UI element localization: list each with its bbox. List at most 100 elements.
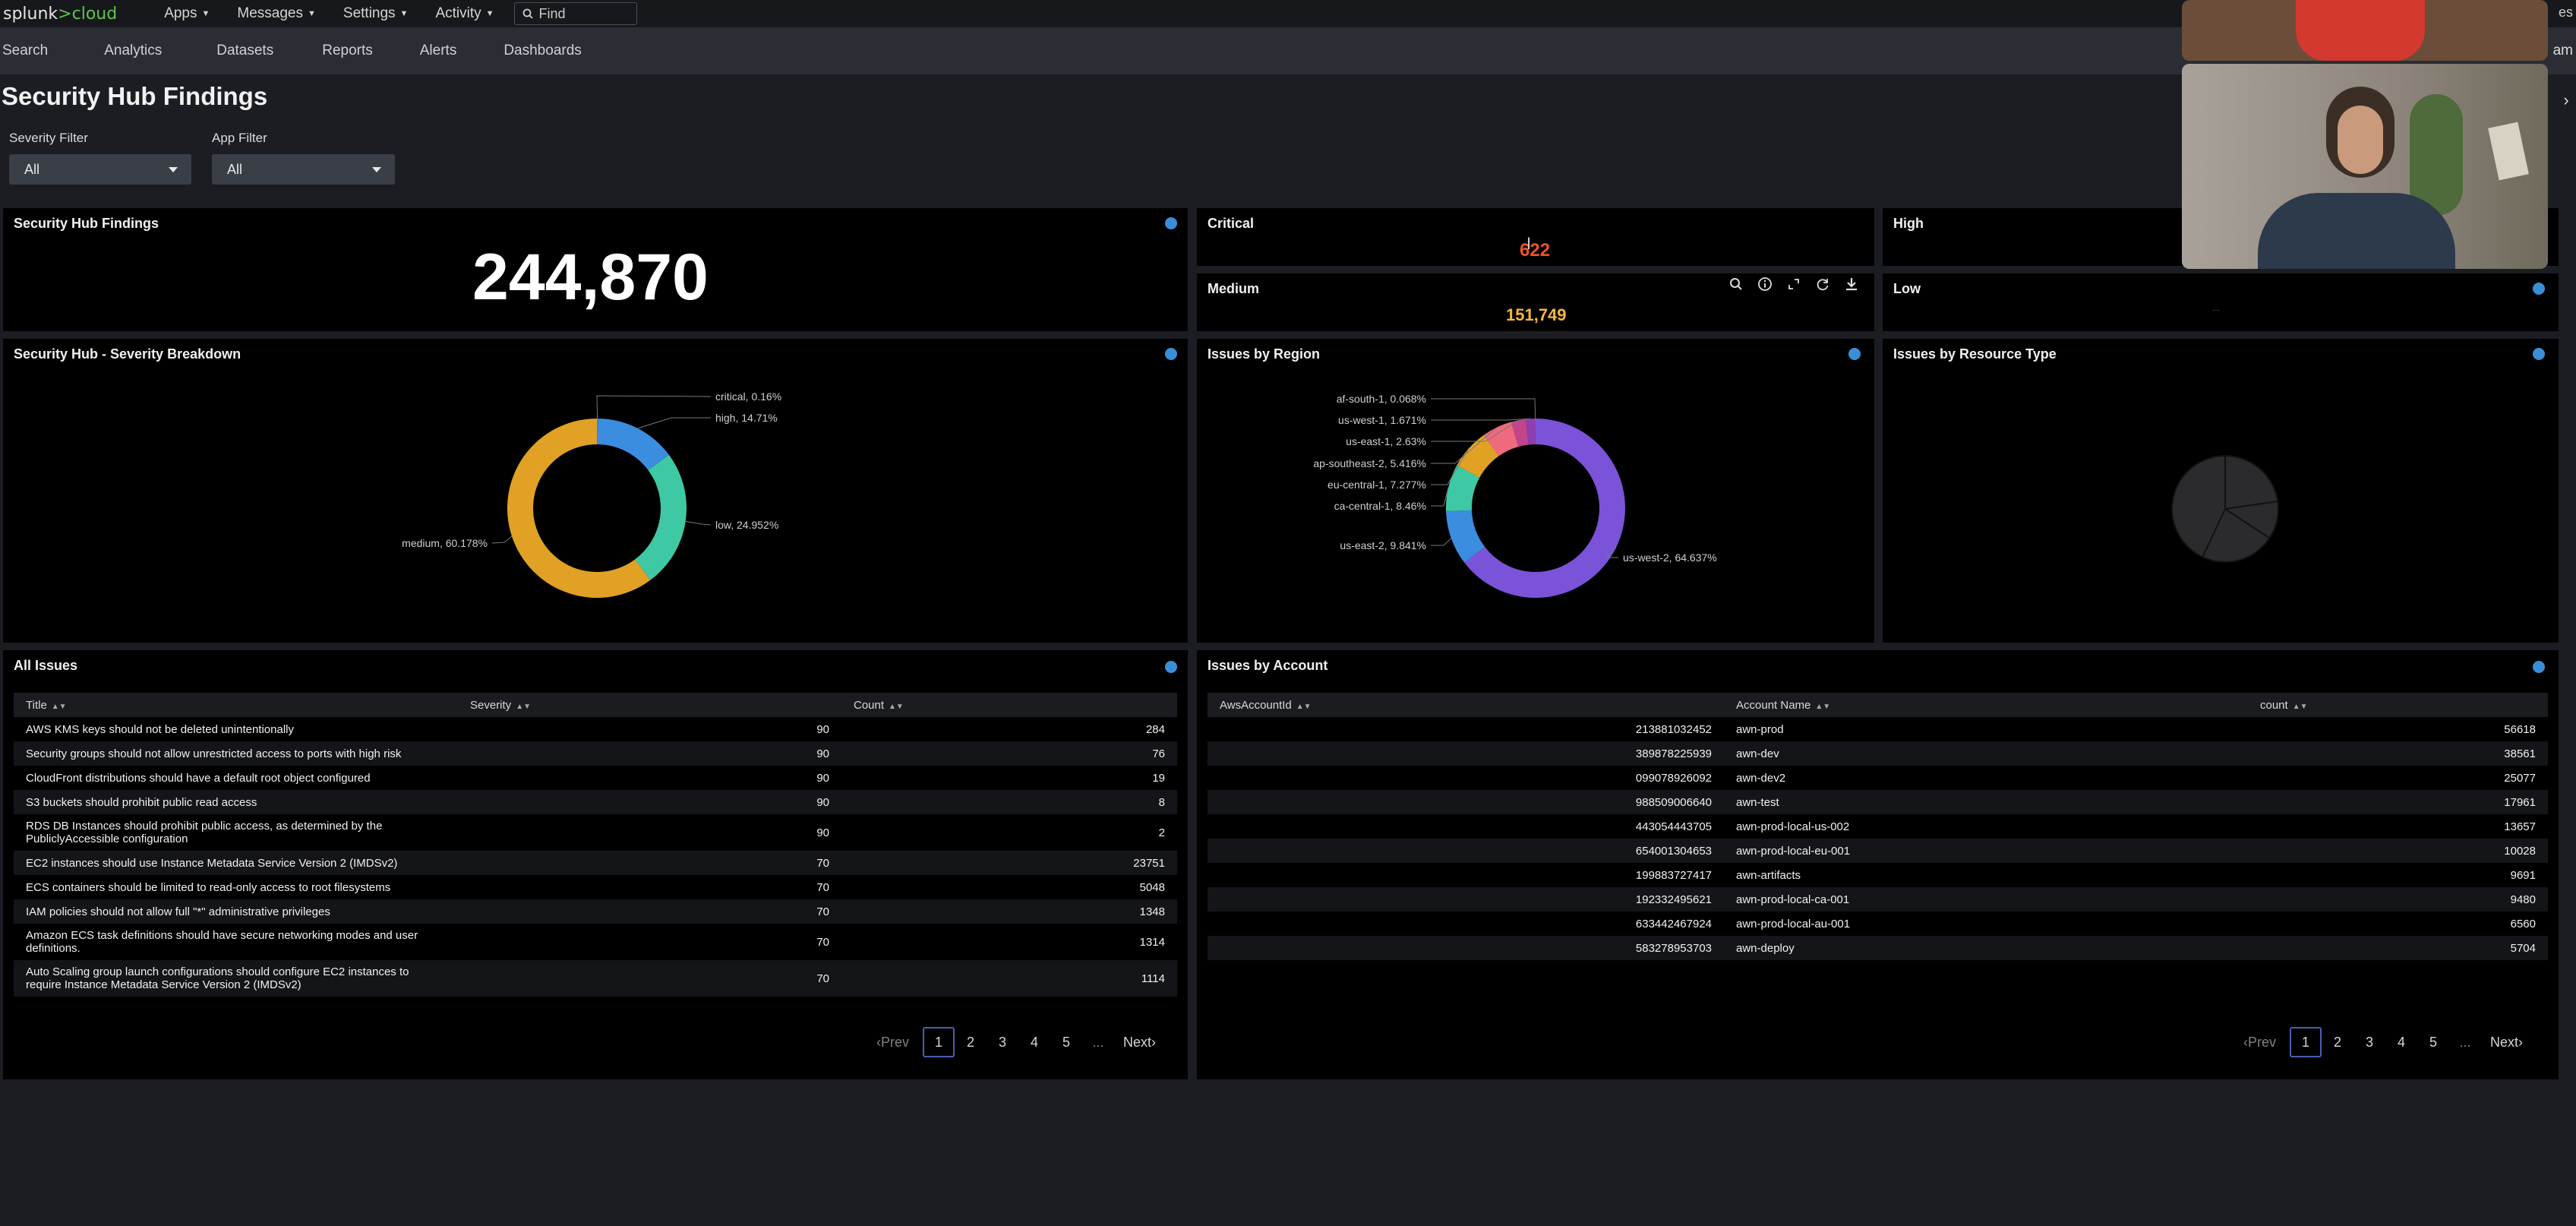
table-row[interactable]: CloudFront distributions should have a d…	[14, 766, 1177, 790]
page-button[interactable]: 1	[2290, 1027, 2322, 1057]
expand-icon[interactable]	[1783, 273, 1804, 295]
page-button[interactable]: 2	[955, 1027, 987, 1057]
page-button[interactable]: 1	[923, 1027, 955, 1057]
column-header-account-id[interactable]: AwsAccountId ▲▼	[1208, 693, 1724, 717]
column-header-severity[interactable]: Severity ▲▼	[458, 693, 841, 717]
panel-status-dot	[2533, 348, 2545, 360]
issue-title-cell: Amazon ECS task definitions should have …	[26, 929, 418, 955]
table-row[interactable]: IAM policies should not allow full "*" a…	[14, 899, 1177, 924]
issue-title-cell: IAM policies should not allow full "*" a…	[14, 899, 458, 924]
pager-ellipsis: ...	[2459, 1034, 2471, 1050]
account-count-cell: 38561	[2248, 741, 2548, 766]
caret-down-icon	[372, 167, 381, 172]
page-button[interactable]: 2	[2322, 1027, 2353, 1057]
table-row[interactable]: Amazon ECS task definitions should have …	[14, 924, 1177, 960]
sort-icon: ▲▼	[51, 702, 67, 711]
table-row[interactable]: RDS DB Instances should prohibit public …	[14, 814, 1177, 851]
menu-activity[interactable]: Activity ▼	[421, 5, 507, 22]
page-button[interactable]: 5	[2417, 1027, 2449, 1057]
column-header-title[interactable]: Title ▲▼	[14, 693, 458, 717]
panel-status-dot	[1165, 217, 1177, 229]
nav-reports[interactable]: Reports	[322, 43, 373, 59]
count-cell: 76	[841, 741, 1177, 766]
splunk-logo[interactable]: splunk>cloud	[3, 5, 117, 24]
severity-cell: 70	[458, 960, 841, 997]
download-icon[interactable]	[1841, 273, 1862, 295]
issue-title-cell: AWS KMS keys should not be deleted unint…	[26, 722, 294, 736]
page-button[interactable]: 5	[1050, 1027, 1082, 1057]
region-leader-line	[1431, 538, 1452, 546]
sidebar-expand-icon[interactable]: ›	[2556, 85, 2576, 115]
count-cell: 1314	[1139, 935, 1165, 949]
issue-title-cell: CloudFront distributions should have a d…	[26, 771, 371, 785]
prev-page-button[interactable]: ‹Prev	[876, 1035, 909, 1051]
severity-filter-select[interactable]: All	[9, 154, 191, 185]
caret-down-icon: ▼	[399, 9, 409, 18]
table-row[interactable]: 213881032452 awn-prod 56618	[1208, 717, 2548, 741]
table-row[interactable]: EC2 instances should use Instance Metada…	[14, 851, 1177, 875]
accounts-pager: ‹Prev 1 2 3 4 5 ... Next›	[2243, 1027, 2523, 1057]
info-icon[interactable]	[1754, 273, 1776, 295]
severity-slice[interactable]	[635, 454, 687, 580]
region-label: af-south-1, 0.068%	[1337, 393, 1426, 405]
find-input[interactable]: Find	[513, 2, 637, 25]
refresh-icon[interactable]	[1812, 273, 1833, 295]
region-leader-line	[1431, 487, 1449, 507]
app-filter-select[interactable]: All	[212, 154, 395, 185]
table-row[interactable]: Auto Scaling group launch configurations…	[14, 960, 1177, 997]
menu-messages[interactable]: Messages ▼	[223, 5, 330, 22]
page-button[interactable]: 4	[1018, 1027, 1050, 1057]
account-id-cell: 192332495621	[1208, 887, 1724, 912]
column-header-count[interactable]: Count ▲▼	[841, 693, 1177, 717]
page-button[interactable]: 3	[987, 1027, 1018, 1057]
nav-search[interactable]: Search	[2, 43, 48, 59]
table-row[interactable]: 443054443705 awn-prod-local-us-002 13657	[1208, 814, 2548, 839]
table-row[interactable]: 199883727417 awn-artifacts 9691	[1208, 863, 2548, 887]
table-row[interactable]: 099078926092 awn-dev2 25077	[1208, 766, 2548, 790]
region-label: eu-central-1, 7.277%	[1327, 479, 1426, 491]
region-label: ca-central-1, 8.46%	[1334, 500, 1426, 512]
region-label: ap-southeast-2, 5.416%	[1313, 457, 1426, 469]
account-count-cell: 10028	[2248, 839, 2548, 863]
table-row[interactable]: S3 buckets should prohibit public read a…	[14, 790, 1177, 814]
menu-apps[interactable]: Apps ▼	[150, 5, 223, 22]
menu-settings[interactable]: Settings ▼	[330, 5, 422, 22]
table-row[interactable]: Security groups should not allow unrestr…	[14, 741, 1177, 766]
table-row[interactable]: AWS KMS keys should not be deleted unint…	[14, 717, 1177, 741]
table-row[interactable]: 389878225939 awn-dev 38561	[1208, 741, 2548, 766]
severity-slice[interactable]	[597, 419, 669, 471]
account-id-cell: 988509006640	[1208, 790, 1724, 814]
total-findings-value: 244,870	[472, 241, 709, 314]
nav-dashboards[interactable]: Dashboards	[504, 43, 581, 59]
account-name-cell: awn-prod-local-au-001	[1736, 917, 1851, 931]
nav-datasets[interactable]: Datasets	[216, 43, 273, 59]
critical-value: 622	[1520, 240, 1551, 261]
next-page-button[interactable]: Next›	[1123, 1035, 1156, 1051]
table-row[interactable]: 633442467924 awn-prod-local-au-001 6560	[1208, 912, 2548, 936]
severity-donut-chart: critical, 0.16% high, 14.71% low, 24.952% m…	[402, 390, 781, 598]
table-row[interactable]: 654001304653 awn-prod-local-eu-001 10028	[1208, 839, 2548, 863]
table-row[interactable]: 192332495621 awn-prod-local-ca-001 9480	[1208, 887, 2548, 912]
accounts-table: AwsAccountId ▲▼ Account Name ▲▼ count ▲▼ 21…	[1208, 693, 2548, 960]
sort-icon: ▲▼	[889, 702, 904, 711]
severity-breakdown-panel: Security Hub - Severity Breakdown critic…	[3, 339, 1188, 643]
prev-page-button[interactable]: ‹Prev	[2243, 1035, 2276, 1051]
page-button[interactable]: 4	[2385, 1027, 2417, 1057]
column-header-account-name[interactable]: Account Name ▲▼	[1724, 693, 2248, 717]
next-page-button[interactable]: Next›	[2490, 1035, 2523, 1051]
table-row[interactable]: 988509006640 awn-test 17961	[1208, 790, 2548, 814]
issue-title-cell: ECS containers should be limited to read…	[26, 880, 391, 894]
table-row[interactable]: 583278953703 awn-deploy 5704	[1208, 936, 2548, 960]
table-row[interactable]: ECS containers should be limited to read…	[14, 875, 1177, 899]
account-id-cell: 443054443705	[1635, 820, 1712, 833]
region-leader-line	[1431, 418, 1531, 421]
page-button[interactable]: 3	[2353, 1027, 2385, 1057]
nav-alerts[interactable]: Alerts	[420, 43, 457, 59]
severity-cell: 90	[816, 771, 829, 785]
severity-filter-label: Severity Filter	[9, 131, 88, 145]
column-header-count[interactable]: count ▲▼	[2248, 693, 2548, 717]
account-name-cell: awn-prod-local-us-002	[1736, 820, 1850, 833]
nav-analytics[interactable]: Analytics	[104, 43, 162, 59]
severity-cell: 70	[816, 880, 829, 894]
search-icon[interactable]	[1725, 273, 1747, 295]
